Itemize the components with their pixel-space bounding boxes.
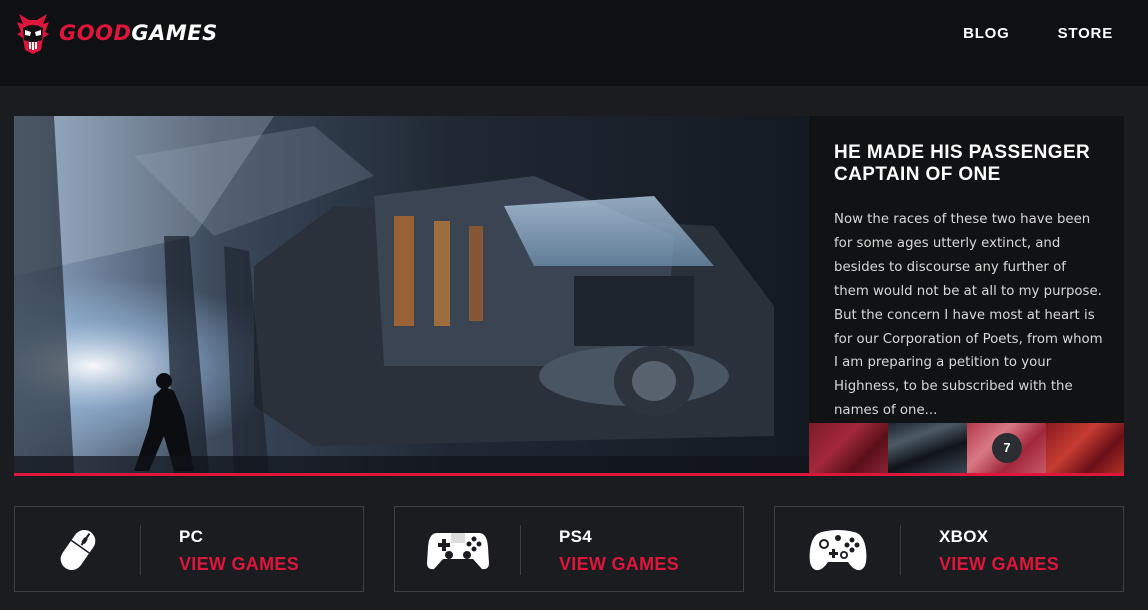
ps4-gamepad-icon: [425, 525, 491, 575]
skull-logo-icon: [17, 14, 49, 54]
hero-text-panel: HE MADE HIS PASSENGER CAPTAIN OF ONE Now…: [809, 116, 1124, 423]
logo-wordmark: GOODGAMES: [59, 21, 218, 45]
thumbnail-4[interactable]: [1046, 423, 1124, 473]
view-games-link[interactable]: VIEW GAMES: [559, 554, 679, 575]
site-logo[interactable]: GOODGAMES: [13, 10, 218, 56]
thumbnail-2[interactable]: [888, 423, 967, 473]
view-games-link[interactable]: VIEW GAMES: [179, 554, 299, 575]
hero-image[interactable]: [14, 116, 809, 473]
logo-text-good: GOOD: [59, 21, 132, 45]
mouse-icon: [45, 525, 111, 575]
featured-hero: HE MADE HIS PASSENGER CAPTAIN OF ONE Now…: [14, 116, 1124, 476]
thumbnail-1[interactable]: [809, 423, 888, 473]
hero-title[interactable]: HE MADE HIS PASSENGER CAPTAIN OF ONE: [834, 142, 1114, 186]
nav-link-blog[interactable]: BLOG: [963, 25, 1010, 42]
thumbnail-3[interactable]: 7: [967, 423, 1046, 473]
nav-link-store[interactable]: STORE: [1058, 25, 1113, 42]
hero-excerpt: Now the races of these two have been for…: [834, 212, 1103, 419]
logo-text-games: GAMES: [131, 21, 218, 45]
view-games-link[interactable]: VIEW GAMES: [939, 554, 1059, 575]
hero-thumbnails: 7: [809, 423, 1124, 473]
category-card-xbox[interactable]: XBOX VIEW GAMES: [774, 506, 1124, 592]
card-divider: [140, 525, 141, 575]
main-nav: BLOG STORE: [963, 25, 1113, 42]
category-card-ps4[interactable]: PS4 VIEW GAMES: [394, 506, 744, 592]
xbox-gamepad-icon: [805, 525, 871, 575]
platform-title: PS4: [559, 527, 593, 546]
thumbnail-count-badge: 7: [992, 433, 1022, 463]
platform-title: PC: [179, 527, 204, 546]
card-divider: [900, 525, 901, 575]
platform-title: XBOX: [939, 527, 989, 546]
category-card-pc[interactable]: PC VIEW GAMES: [14, 506, 364, 592]
top-navbar: GOODGAMES BLOG STORE: [0, 0, 1148, 86]
card-divider: [520, 525, 521, 575]
